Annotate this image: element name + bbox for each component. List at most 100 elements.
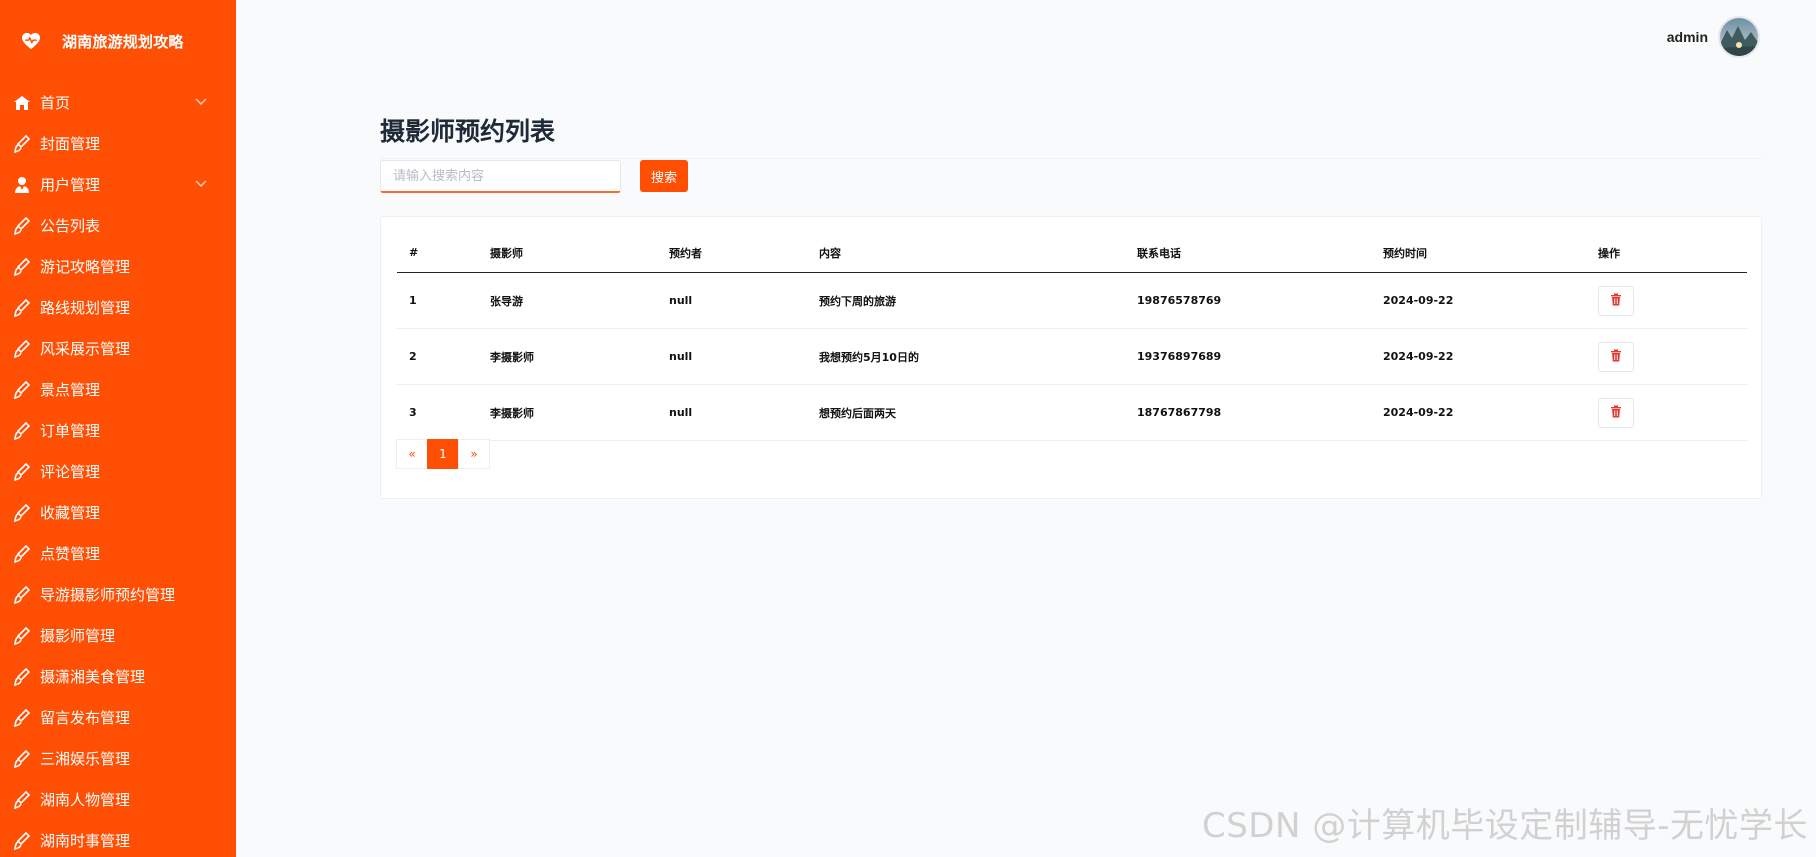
brush-icon [13,708,31,727]
cell-time: 2024-09-22 [1371,328,1586,385]
sidebar-item-label: 留言发布管理 [40,709,131,727]
cell-time: 2024-09-22 [1371,384,1586,441]
brush-icon [13,626,31,645]
sidebar-item-cover[interactable]: 封面管理 [0,123,236,164]
brand[interactable]: 湖南旅游规划攻略 [18,26,184,56]
column-header: 预约者 [657,233,807,273]
cell-phone: 18767867798 [1125,384,1371,441]
sidebar-item-announcements[interactable]: 公告列表 [0,205,236,246]
title-divider [380,158,1762,159]
sidebar-item-favorites[interactable]: 收藏管理 [0,492,236,533]
cell-content: 预约下周的旅游 [807,272,1125,329]
sidebar-item-label: 景点管理 [40,381,101,399]
sidebar-item-likes[interactable]: 点赞管理 [0,533,236,574]
brush-icon [13,380,31,399]
column-header: 内容 [807,233,1125,273]
user-menu[interactable]: admin [1667,16,1760,58]
brush-icon [13,667,31,686]
sidebar-nav: 首页 封面管理 用户管理 公告列表 游记攻略管理 路线规划管理 风采展示管理 景… [0,82,236,857]
sidebar-item-label: 三湘娱乐管理 [40,750,131,768]
cell-photographer: 张导游 [478,272,657,329]
sidebar-item-label: 摄影师管理 [40,627,116,645]
brush-icon [13,257,31,276]
table-card: # 摄影师 预约者 内容 联系电话 预约时间 操作 1 张导游 null 预约下… [380,216,1762,499]
sidebar-item-scenic-spots[interactable]: 景点管理 [0,369,236,410]
home-icon [13,94,31,112]
cell-actions [1586,384,1747,441]
sidebar-item-food[interactable]: 摄潇湘美食管理 [0,656,236,697]
cell-time: 2024-09-22 [1371,272,1586,329]
sidebar-item-photographers[interactable]: 摄影师管理 [0,615,236,656]
user-icon [13,176,31,194]
search-input[interactable] [380,160,621,193]
sidebar-item-travel-notes[interactable]: 游记攻略管理 [0,246,236,287]
trash-icon [1610,293,1622,309]
delete-button[interactable] [1598,397,1634,428]
cell-actions [1586,272,1747,329]
cell-actions [1586,328,1747,385]
sidebar-item-label: 风采展示管理 [40,340,131,358]
username: admin [1666,29,1708,45]
sidebar-item-users[interactable]: 用户管理 [0,164,236,205]
app-root: 湖南旅游规划攻略 首页 封面管理 用户管理 公告列表 游记攻略管理 路线规划管理… [0,0,1816,857]
cell-booker: null [657,272,807,329]
sidebar-item-showcase[interactable]: 风采展示管理 [0,328,236,369]
trash-icon [1610,349,1622,365]
table-row: 2 李摄影师 null 我想预约5月10日的 19376897689 2024-… [397,328,1747,385]
table-row: 1 张导游 null 预约下周的旅游 19876578769 2024-09-2… [397,272,1747,329]
column-header: # [397,233,478,273]
delete-button[interactable] [1598,285,1634,316]
cell-booker: null [657,328,807,385]
sidebar-item-label: 封面管理 [40,135,101,153]
brush-icon [13,503,31,522]
sidebar-item-entertainment[interactable]: 三湘娱乐管理 [0,738,236,779]
sidebar-item-label: 点赞管理 [40,545,101,563]
search-button[interactable]: 搜索 [640,160,688,192]
sidebar: 湖南旅游规划攻略 首页 封面管理 用户管理 公告列表 游记攻略管理 路线规划管理… [0,0,236,857]
sidebar-item-people[interactable]: 湖南人物管理 [0,779,236,820]
heart-pulse-icon [18,28,44,54]
sidebar-item-news[interactable]: 湖南时事管理 [0,820,236,857]
sidebar-item-label: 导游摄影师预约管理 [40,586,176,604]
sidebar-item-messages[interactable]: 留言发布管理 [0,697,236,738]
brush-icon [13,831,31,850]
chevron-down-icon[interactable] [194,177,208,191]
brush-icon [13,134,31,153]
sidebar-item-label: 路线规划管理 [40,299,131,317]
sidebar-item-route-planning[interactable]: 路线规划管理 [0,287,236,328]
brush-icon [13,462,31,481]
pagination-page[interactable]: 1 [427,439,459,469]
sidebar-item-comments[interactable]: 评论管理 [0,451,236,492]
cell-photographer: 李摄影师 [478,384,657,441]
column-header: 联系电话 [1125,233,1371,273]
avatar[interactable] [1718,16,1760,58]
cell-booker: null [657,384,807,441]
delete-button[interactable] [1598,341,1634,372]
brand-title: 湖南旅游规划攻略 [62,32,184,51]
column-header: 摄影师 [478,233,657,273]
sidebar-item-home[interactable]: 首页 [0,82,236,123]
brush-icon [13,339,31,358]
sidebar-item-label: 湖南人物管理 [40,791,131,809]
brush-icon [13,790,31,809]
pagination: « 1 » [396,439,490,469]
page-title: 摄影师预约列表 [380,117,556,146]
sidebar-item-guide-booking[interactable]: 导游摄影师预约管理 [0,574,236,615]
pagination-prev[interactable]: « [396,439,428,469]
cell-content: 想预约后面两天 [807,384,1125,441]
cell-content: 我想预约5月10日的 [807,328,1125,385]
chevron-down-icon[interactable] [194,95,208,109]
sidebar-item-label: 公告列表 [40,217,101,235]
brush-icon [13,544,31,563]
sidebar-item-label: 湖南时事管理 [40,832,131,850]
sidebar-item-orders[interactable]: 订单管理 [0,410,236,451]
table-row: 3 李摄影师 null 想预约后面两天 18767867798 2024-09-… [397,384,1747,441]
cell-id: 3 [397,384,478,441]
sidebar-item-label: 订单管理 [40,422,101,440]
brush-icon [13,749,31,768]
trash-icon [1610,405,1622,421]
pagination-next[interactable]: » [458,439,490,469]
cell-phone: 19876578769 [1125,272,1371,329]
sidebar-item-label: 评论管理 [40,463,101,481]
sidebar-item-label: 摄潇湘美食管理 [40,668,146,686]
